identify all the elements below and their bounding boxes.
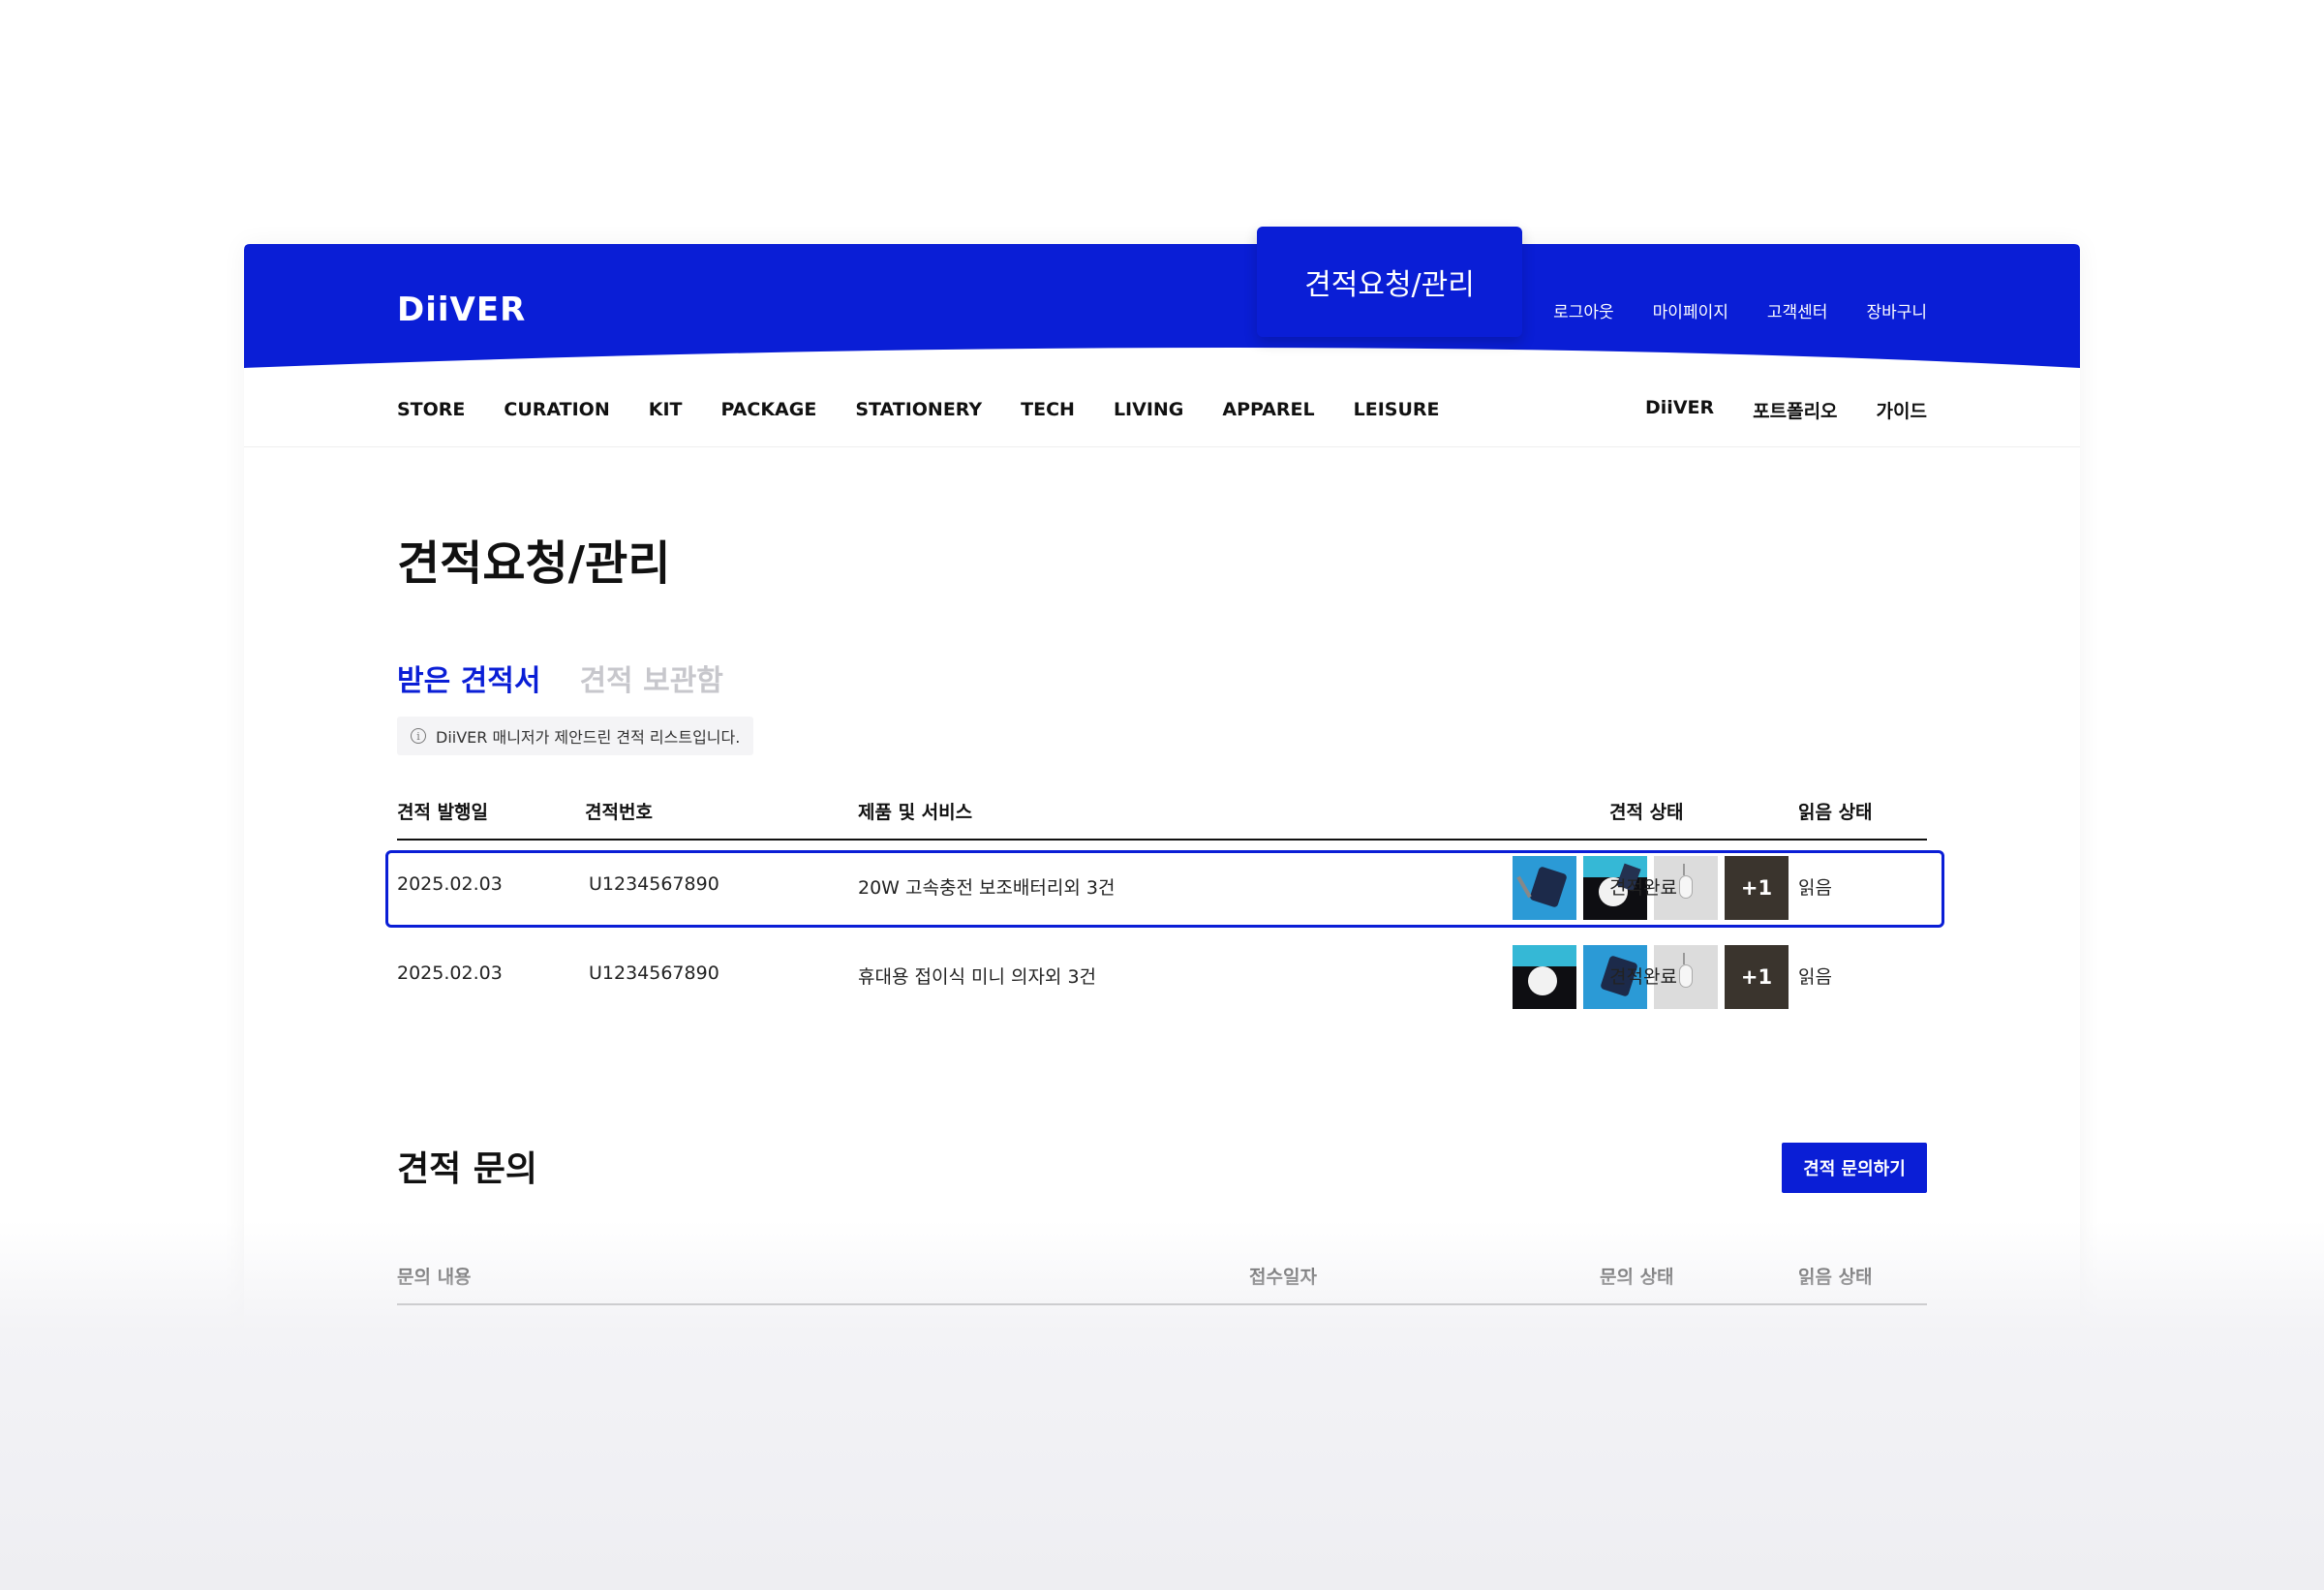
- inquiry-content: 마지막 문의드립니다!: [397, 1332, 563, 1354]
- info-text: DiiVER 매니저가 제안드린 견적 리스트입니다.: [436, 728, 741, 747]
- quote-status: 견적완료: [1609, 966, 1677, 988]
- quote-table-header: 견적 발행일 견적번호 제품 및 서비스 견적 상태 읽음 상태: [397, 786, 1927, 841]
- category-nav: STORE CURATION KIT PACKAGE STATIONERY TE…: [244, 370, 2080, 447]
- quote-inquiry-button[interactable]: 견적 문의하기: [1782, 1143, 1927, 1193]
- nav-item-store[interactable]: STORE: [397, 399, 465, 420]
- inquiry-table-header: 문의 내용 접수일자 문의 상태 읽음 상태: [397, 1257, 1927, 1305]
- page-title: 견적요청/관리: [397, 536, 671, 591]
- logo[interactable]: DiiVER: [397, 290, 526, 329]
- column-read-status: 읽음 상태: [1798, 802, 1873, 823]
- info-icon: i: [411, 728, 426, 744]
- nav-item-package[interactable]: PACKAGE: [721, 399, 817, 420]
- column-inquiry-status: 문의 상태: [1600, 1267, 1674, 1288]
- product-thumbnail-more[interactable]: +1: [1725, 856, 1789, 920]
- tab-quote-archive[interactable]: 견적 보관함: [579, 657, 722, 699]
- received-date: 2025.02.03 09:00:00: [1249, 1329, 1444, 1350]
- read-status: 읽음: [1798, 1332, 1832, 1354]
- nav-item-stationery[interactable]: STATIONERY: [855, 399, 982, 420]
- site-frame: DiiVER 견적요청/관리 로그아웃 마이페이지 고객센터 장바구니 STOR…: [244, 227, 2080, 1387]
- cart-link[interactable]: 장바구니: [1866, 298, 1927, 322]
- quote-number: U1234567890: [589, 873, 719, 895]
- product-thumbnail-more[interactable]: +1: [1725, 945, 1789, 1009]
- product-name: 휴대용 접이식 미니 의자외 3건: [858, 966, 1097, 988]
- nav-item-curation[interactable]: CURATION: [504, 399, 609, 420]
- logout-link[interactable]: 로그아웃: [1553, 298, 1614, 322]
- nav-item-kit[interactable]: KIT: [649, 399, 683, 420]
- customer-center-link[interactable]: 고객센터: [1767, 298, 1828, 322]
- inquiry-title: 견적 문의: [397, 1149, 538, 1189]
- active-menu-tab[interactable]: 견적요청/관리: [1257, 227, 1522, 337]
- column-quote-status: 견적 상태: [1609, 802, 1684, 823]
- more-count: +1: [1740, 876, 1773, 900]
- issue-date: 2025.02.03: [397, 873, 503, 895]
- column-issue-date: 견적 발행일: [397, 802, 489, 823]
- column-received-date: 접수일자: [1249, 1267, 1317, 1288]
- column-product-service: 제품 및 서비스: [858, 802, 973, 823]
- quote-number: U1234567890: [589, 963, 719, 984]
- nav-item-living[interactable]: LIVING: [1114, 399, 1183, 420]
- column-read-status: 읽음 상태: [1798, 1267, 1873, 1288]
- nav-item-apparel[interactable]: APPAREL: [1222, 399, 1314, 420]
- quote-row[interactable]: 2025.02.03 U1234567890 20W 고속충전 보조배터리외 3…: [385, 841, 1944, 930]
- inquiry-status: 답변 대기: [1600, 1332, 1673, 1354]
- product-name: 20W 고속충전 보조배터리외 3건: [858, 877, 1116, 899]
- more-count: +1: [1740, 965, 1773, 989]
- inquiry-table: 문의 내용 접수일자 문의 상태 읽음 상태 마지막 문의드립니다! 2025.…: [397, 1257, 1927, 1363]
- column-inquiry-content: 문의 내용: [397, 1267, 472, 1288]
- nav-item-tech[interactable]: TECH: [1021, 399, 1075, 420]
- quote-tabs: 받은 견적서 견적 보관함: [397, 657, 723, 699]
- utility-nav: 로그아웃 마이페이지 고객센터 장바구니: [1553, 298, 1927, 322]
- tab-received-quotes[interactable]: 받은 견적서: [397, 657, 540, 699]
- column-quote-number: 견적번호: [585, 802, 653, 823]
- quote-status: 견적완료: [1609, 877, 1677, 899]
- read-status: 읽음: [1798, 966, 1832, 988]
- product-thumbnail: [1513, 856, 1576, 920]
- nav-item-portfolio[interactable]: 포트폴리오: [1753, 397, 1837, 423]
- nav-item-diiver[interactable]: DiiVER: [1645, 397, 1714, 423]
- issue-date: 2025.02.03: [397, 963, 503, 984]
- quote-row[interactable]: 2025.02.03 U1234567890 휴대용 접이식 미니 의자외 3건…: [397, 930, 1927, 1019]
- info-notice: i DiiVER 매니저가 제안드린 견적 리스트입니다.: [397, 717, 754, 755]
- product-thumbnail: [1513, 945, 1576, 1009]
- header: DiiVER 견적요청/관리 로그아웃 마이페이지 고객센터 장바구니: [244, 227, 2080, 370]
- mypage-link[interactable]: 마이페이지: [1653, 298, 1728, 322]
- inquiry-row[interactable]: 마지막 문의드립니다! 2025.02.03 09:00:00 답변 대기 읽음: [397, 1305, 1927, 1363]
- read-status: 읽음: [1798, 877, 1832, 899]
- quote-table: 견적 발행일 견적번호 제품 및 서비스 견적 상태 읽음 상태 2025.02…: [385, 786, 1944, 1019]
- nav-item-guide[interactable]: 가이드: [1877, 397, 1927, 423]
- nav-item-leisure[interactable]: LEISURE: [1354, 399, 1440, 420]
